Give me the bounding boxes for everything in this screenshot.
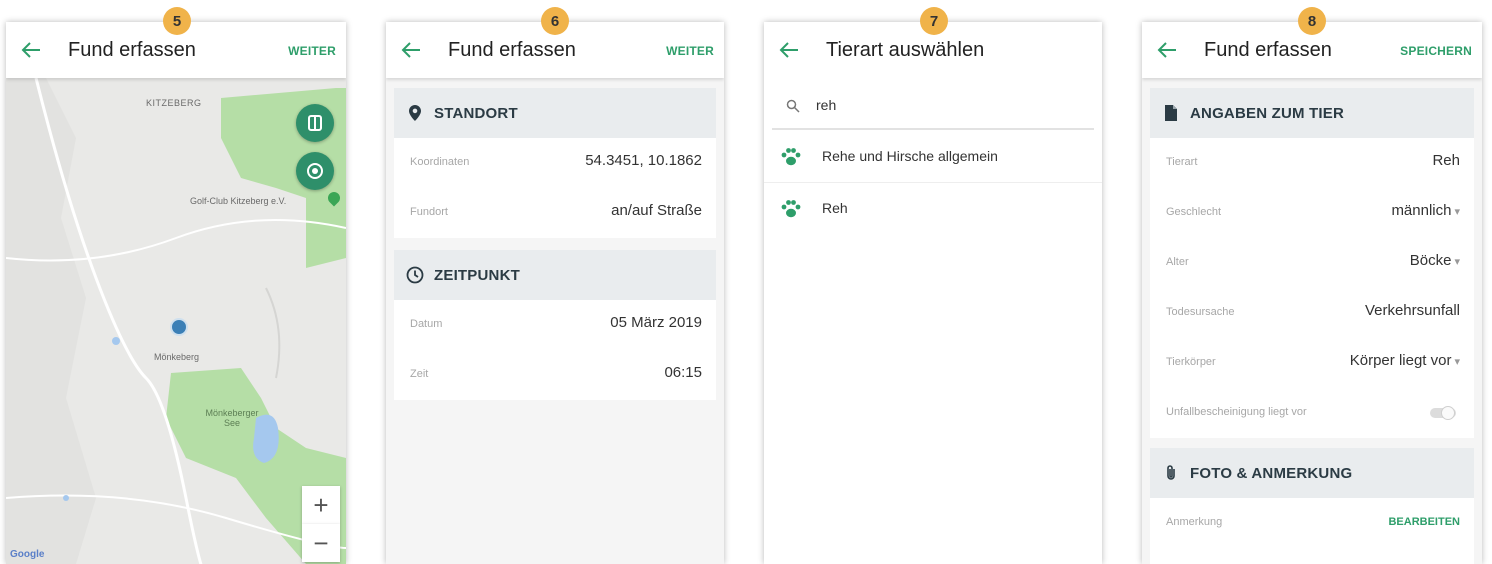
paw-icon — [781, 200, 801, 218]
map-view[interactable]: KITZEBERG Golf-Club Kitzeberg e.V. Mönke… — [6, 78, 346, 564]
field-label: Koordinaten — [410, 156, 470, 168]
locate-button[interactable] — [296, 152, 334, 190]
weiter-button[interactable]: WEITER — [666, 44, 714, 58]
list-item-reh[interactable]: Reh — [764, 184, 1102, 234]
row-todesursache[interactable]: Todesursache Verkehrsunfall — [1150, 288, 1474, 338]
paw-icon — [781, 148, 801, 166]
row-datum[interactable]: Datum 05 März 2019 — [394, 300, 716, 350]
map-label-kitzeberg: KITZEBERG — [146, 98, 202, 108]
coordinates-value: 54.3451, 10.1862 — [585, 152, 702, 169]
field-label: Anmerkung — [1166, 516, 1223, 528]
section-title: STANDORT — [434, 104, 518, 122]
document-icon — [1165, 105, 1177, 121]
foto-card: Anmerkung BEARBEITEN — [1150, 498, 1474, 564]
row-tierkoerper[interactable]: Tierkörper Körper liegt vor ▾ — [1150, 338, 1474, 388]
row-anmerkung: Anmerkung BEARBEITEN — [1150, 498, 1474, 548]
screen-tierart: Tierart auswählen reh Rehe und Hirsche a… — [764, 22, 1102, 564]
screen-standort: Fund erfassen WEITER STANDORT Koordinate… — [386, 22, 724, 564]
zoom-in-button[interactable]: + — [302, 486, 340, 524]
page-title: Fund erfassen — [1204, 39, 1332, 61]
section-title: FOTO & ANMERKUNG — [1190, 464, 1353, 482]
field-label: Todesursache — [1166, 306, 1235, 318]
section-header-foto: FOTO & ANMERKUNG — [1150, 448, 1474, 498]
row-zeit[interactable]: Zeit 06:15 — [394, 350, 716, 400]
field-label: Alter — [1166, 256, 1189, 268]
row-unfallbescheinigung: Unfallbescheinigung liegt vor — [1150, 388, 1474, 438]
step-badge-5: 5 — [163, 7, 191, 35]
list-item-rehe-und-hirsche[interactable]: Rehe und Hirsche allgemein — [764, 132, 1102, 183]
field-label: Unfallbescheinigung liegt vor — [1166, 406, 1307, 418]
dropdown-arrow-icon: ▾ — [1454, 356, 1460, 368]
step-badge-7: 7 — [920, 7, 948, 35]
screen-map: Fund erfassen WEITER KITZEBERG Golf-Club… — [6, 22, 346, 564]
dropdown-arrow-icon: ▾ — [1454, 206, 1460, 218]
row-tierart[interactable]: Tierart Reh — [1150, 138, 1474, 188]
step-badge-8: 8 — [1298, 7, 1326, 35]
current-location-dot — [170, 318, 188, 336]
geschlecht-value: männlich — [1391, 202, 1452, 219]
page-title: Fund erfassen — [448, 39, 576, 61]
row-alter[interactable]: Alter Böcke ▾ — [1150, 238, 1474, 288]
section-title: ZEITPUNKT — [434, 266, 520, 284]
screen-angaben: Fund erfassen SPEICHERN ANGABEN ZUM TIER… — [1142, 22, 1482, 564]
map-layers-icon — [308, 115, 322, 131]
tierkoerper-value: Körper liegt vor — [1349, 352, 1452, 369]
row-fundort[interactable]: Fundort an/auf Straße — [394, 188, 716, 238]
clock-icon — [406, 266, 424, 284]
back-arrow-icon[interactable] — [778, 40, 800, 60]
field-label: Tierart — [1166, 156, 1198, 168]
target-icon — [307, 163, 323, 179]
search-input[interactable]: reh — [816, 97, 836, 113]
list-item-label: Rehe und Hirsche allgemein — [822, 148, 998, 164]
field-label: Zeit — [410, 368, 429, 380]
layers-button[interactable] — [296, 104, 334, 142]
tierart-value: Reh — [1432, 152, 1460, 169]
back-arrow-icon[interactable] — [1156, 40, 1178, 60]
page-title: Tierart auswählen — [826, 39, 985, 61]
speichern-button[interactable]: SPEICHERN — [1400, 44, 1472, 58]
section-header-standort: STANDORT — [394, 88, 716, 138]
dropdown-arrow-icon: ▾ — [1454, 256, 1460, 268]
zeitpunkt-card: Datum 05 März 2019 Zeit 06:15 — [394, 300, 716, 400]
weiter-button[interactable]: WEITER — [288, 44, 336, 58]
back-arrow-icon[interactable] — [400, 40, 422, 60]
field-label: Geschlecht — [1166, 206, 1222, 218]
back-arrow-icon[interactable] — [20, 40, 42, 60]
map-label-moenkeberg: Mönkeberg — [154, 352, 200, 362]
alter-value: Böcke — [1409, 252, 1452, 269]
field-label: Datum — [410, 318, 443, 330]
section-title: ANGABEN ZUM TIER — [1190, 104, 1345, 122]
page-title: Fund erfassen — [68, 39, 196, 61]
step-badge-6: 6 — [541, 7, 569, 35]
map-label-see: Mönkeberger See — [205, 408, 259, 428]
paperclip-icon — [1167, 465, 1175, 480]
field-label: Fundort — [410, 206, 448, 218]
list-item-label: Reh — [822, 200, 848, 216]
section-header-zeitpunkt: ZEITPUNKT — [394, 250, 716, 300]
date-value: 05 März 2019 — [610, 314, 702, 331]
map-label-golf: Golf-Club Kitzeberg e.V. — [190, 196, 287, 206]
unfallbescheinigung-toggle[interactable] — [1428, 406, 1458, 420]
fundort-value: an/auf Straße — [611, 202, 702, 219]
todesursache-value: Verkehrsunfall — [1364, 302, 1460, 319]
zoom-out-button[interactable]: − — [302, 524, 340, 562]
bearbeiten-button[interactable]: BEARBEITEN — [1388, 516, 1460, 528]
time-value: 06:15 — [664, 364, 702, 381]
row-koordinaten[interactable]: Koordinaten 54.3451, 10.1862 — [394, 138, 716, 188]
google-logo: Google — [10, 549, 45, 560]
search-bar[interactable]: reh — [772, 84, 1094, 130]
section-header-angaben: ANGABEN ZUM TIER — [1150, 88, 1474, 138]
location-pin-icon — [409, 105, 421, 121]
angaben-card: Tierart Reh Geschlecht männlich ▾ Alter B… — [1150, 138, 1474, 438]
field-label: Tierkörper — [1166, 356, 1216, 368]
standort-card: Koordinaten 54.3451, 10.1862 Fundort an/… — [394, 138, 716, 238]
row-geschlecht[interactable]: Geschlecht männlich ▾ — [1150, 188, 1474, 238]
search-icon — [786, 99, 800, 113]
